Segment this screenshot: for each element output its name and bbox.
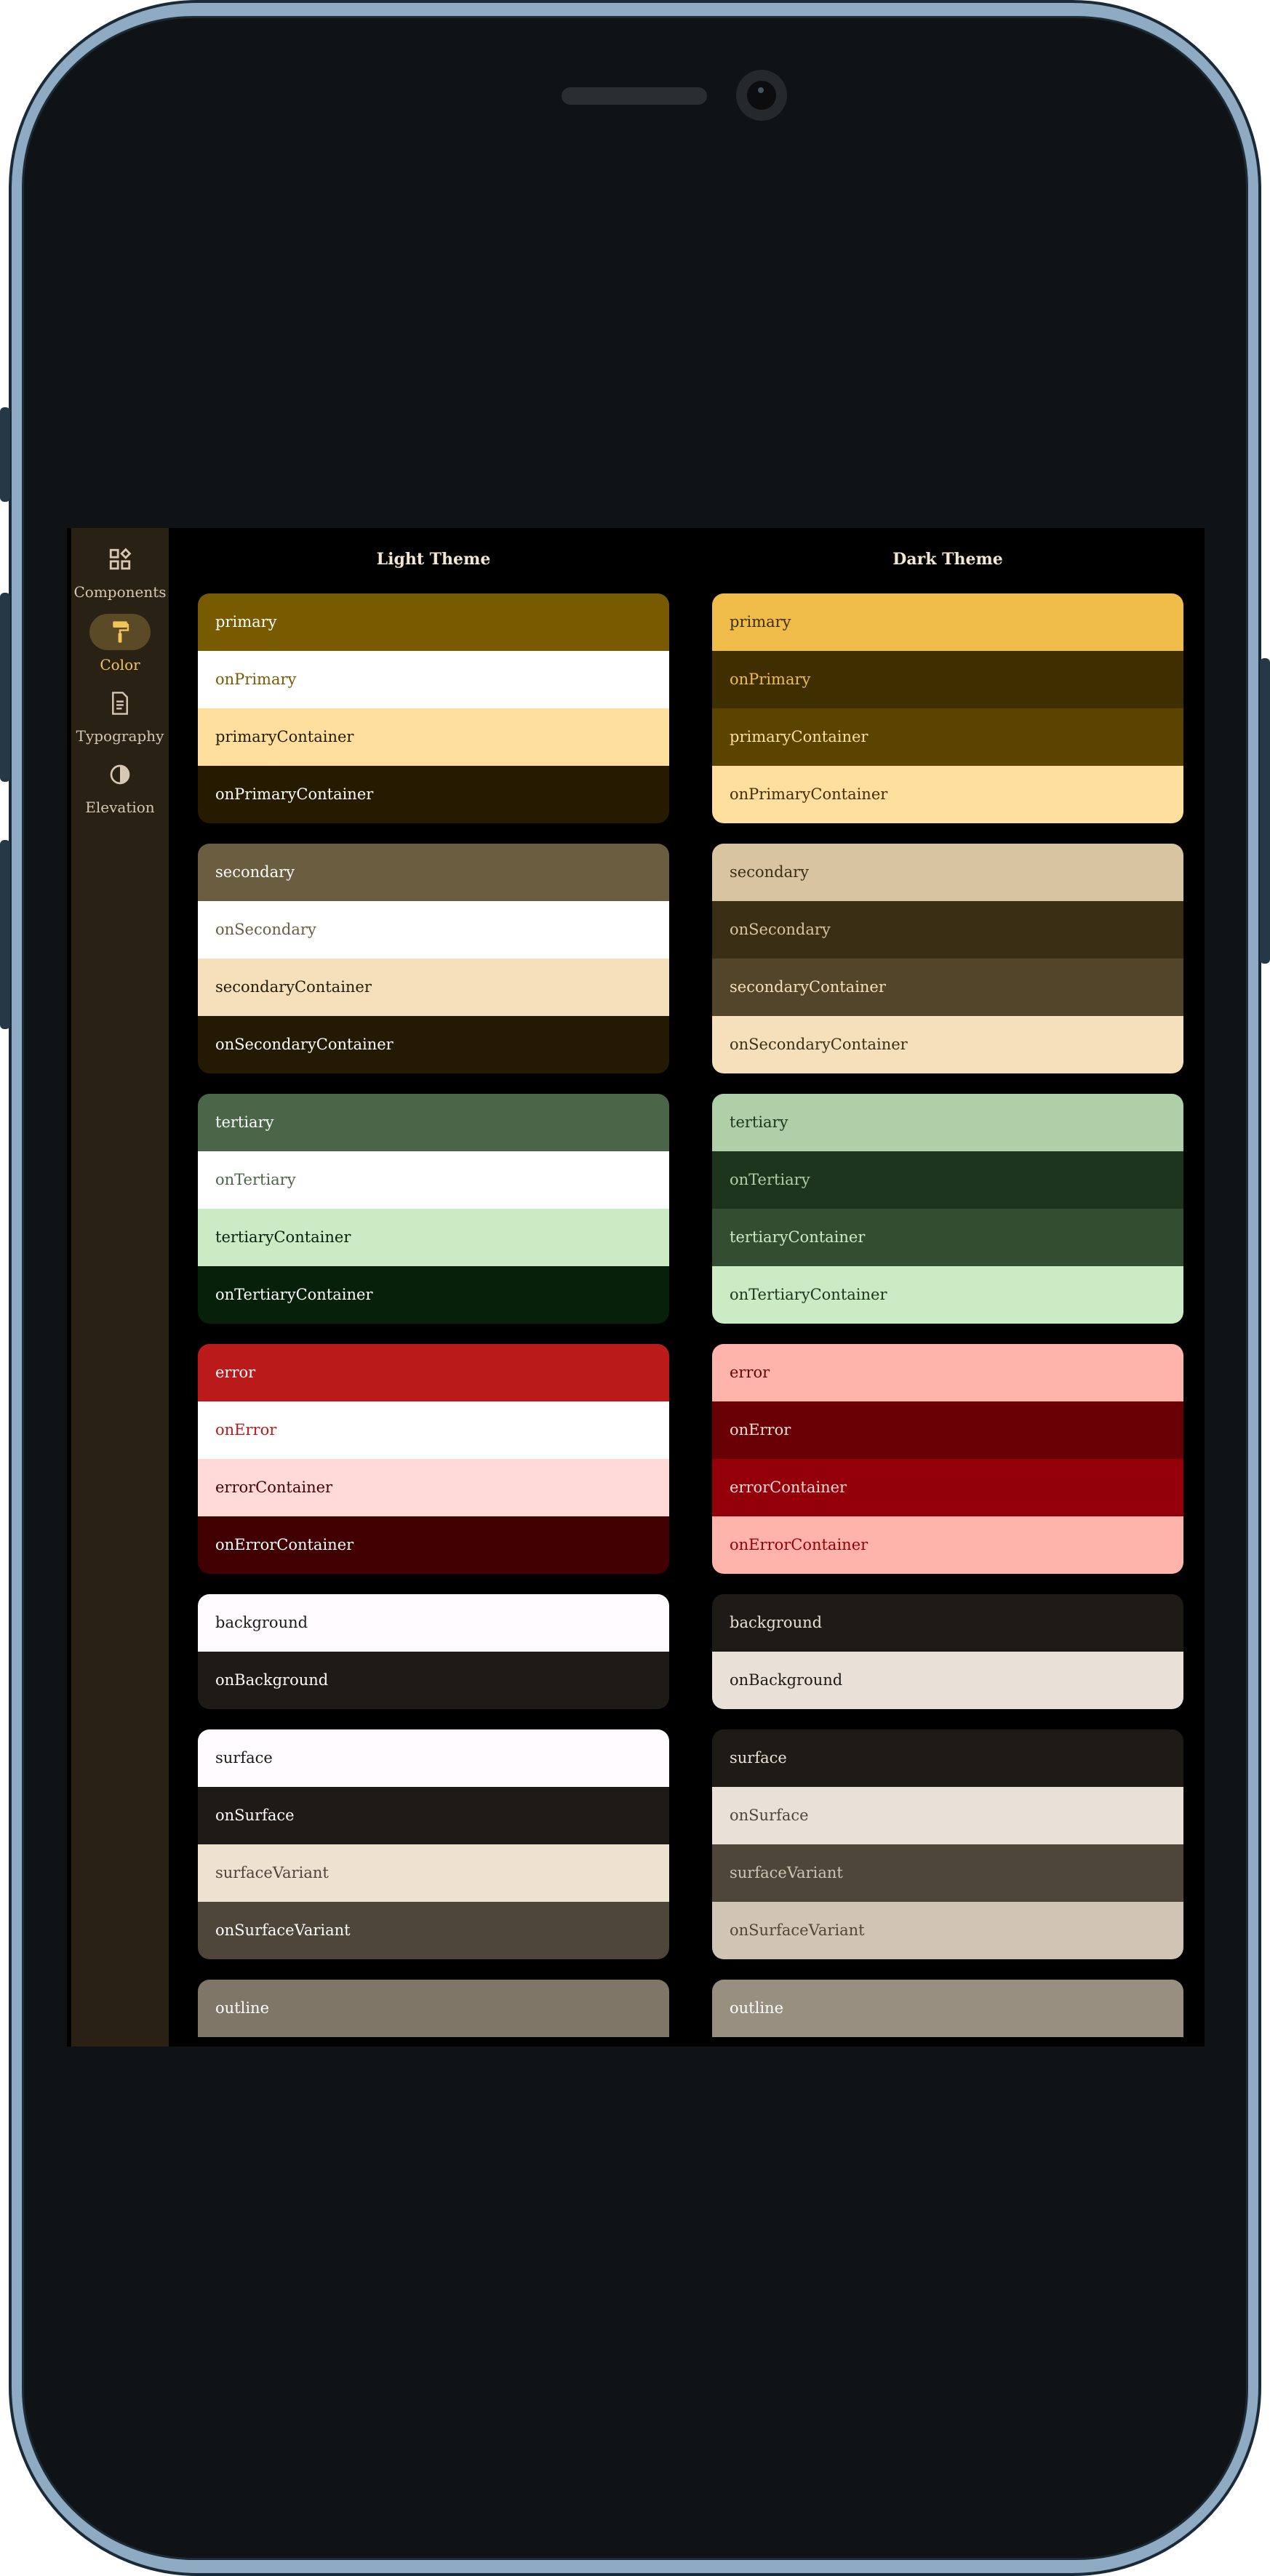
light-tile-error: error <box>198 1344 669 1401</box>
nav-item-color[interactable]: Color <box>71 609 169 676</box>
light-tile-primary: primary <box>198 593 669 651</box>
paint-roller-icon <box>89 614 151 650</box>
light-theme-title: Light Theme <box>376 550 491 569</box>
contrast-icon <box>89 756 151 793</box>
app-window: Components Color Typography Elevation Li… <box>67 528 1205 2047</box>
light-tertiary-group: tertiary onTertiary tertiaryContainer on… <box>198 1094 669 1324</box>
dark-tile-on-tertiary-container: onTertiaryContainer <box>712 1266 1183 1324</box>
dark-tile-primary-container: primaryContainer <box>712 708 1183 766</box>
navigation-rail: Components Color Typography Elevation <box>71 528 169 2047</box>
nav-label-typography: Typography <box>76 727 164 745</box>
light-tile-outline: outline <box>198 1980 669 2037</box>
light-tile-on-error: onError <box>198 1401 669 1459</box>
light-tile-on-secondary-container: onSecondaryContainer <box>198 1016 669 1073</box>
dark-tile-on-secondary: onSecondary <box>712 901 1183 959</box>
dark-tile-on-tertiary: onTertiary <box>712 1151 1183 1209</box>
dark-tile-on-error-container: onErrorContainer <box>712 1516 1183 1574</box>
widgets-icon <box>89 541 151 577</box>
light-tile-error-container: errorContainer <box>198 1459 669 1516</box>
light-tile-tertiary-container: tertiaryContainer <box>198 1209 669 1266</box>
dark-tile-surface-variant: surfaceVariant <box>712 1844 1183 1902</box>
light-tile-on-error-container: onErrorContainer <box>198 1516 669 1574</box>
dark-tile-on-error: onError <box>712 1401 1183 1459</box>
dark-outline-group: outline <box>712 1980 1183 2037</box>
light-background-group: background onBackground <box>198 1594 669 1709</box>
nav-item-components[interactable]: Components <box>71 541 169 608</box>
light-surface-group: surface onSurface surfaceVariant onSurfa… <box>198 1729 669 1959</box>
side-button-right <box>1260 658 1270 964</box>
light-tile-on-surface-variant: onSurfaceVariant <box>198 1902 669 1959</box>
nav-item-elevation[interactable]: Elevation <box>71 752 169 819</box>
dark-tile-background: background <box>712 1594 1183 1652</box>
dark-background-group: background onBackground <box>712 1594 1183 1709</box>
light-error-group: error onError errorContainer onErrorCont… <box>198 1344 669 1574</box>
dark-tile-secondary: secondary <box>712 844 1183 901</box>
camera-icon <box>736 70 787 121</box>
light-tile-surface-variant: surfaceVariant <box>198 1844 669 1902</box>
light-tile-tertiary: tertiary <box>198 1094 669 1151</box>
light-tile-secondary-container: secondaryContainer <box>198 959 669 1016</box>
light-tile-on-tertiary-container: onTertiaryContainer <box>198 1266 669 1324</box>
side-button-left-mid <box>0 593 10 782</box>
dark-theme-title: Dark Theme <box>892 550 1003 569</box>
light-tile-on-primary-container: onPrimaryContainer <box>198 766 669 823</box>
dark-tile-error: error <box>712 1344 1183 1401</box>
nav-item-typography[interactable]: Typography <box>71 681 169 748</box>
side-button-left-top <box>0 407 10 502</box>
light-tile-on-secondary: onSecondary <box>198 901 669 959</box>
dark-tile-on-primary: onPrimary <box>712 651 1183 708</box>
light-secondary-group: secondary onSecondary secondaryContainer… <box>198 844 669 1073</box>
dark-tile-tertiary: tertiary <box>712 1094 1183 1151</box>
light-tile-on-tertiary: onTertiary <box>198 1151 669 1209</box>
nav-label-components: Components <box>73 583 167 601</box>
dark-tile-on-surface: onSurface <box>712 1787 1183 1844</box>
light-tile-background: background <box>198 1594 669 1652</box>
light-outline-group: outline <box>198 1980 669 2037</box>
speaker-grille <box>562 87 707 105</box>
dark-tile-error-container: errorContainer <box>712 1459 1183 1516</box>
dark-error-group: error onError errorContainer onErrorCont… <box>712 1344 1183 1574</box>
light-tile-on-surface: onSurface <box>198 1787 669 1844</box>
dark-tile-outline: outline <box>712 1980 1183 2037</box>
dark-tile-on-background: onBackground <box>712 1652 1183 1709</box>
dark-primary-group: primary onPrimary primaryContainer onPri… <box>712 593 1183 823</box>
document-text-icon <box>89 685 151 721</box>
side-button-left-bottom <box>0 840 10 1029</box>
dark-tile-surface: surface <box>712 1729 1183 1787</box>
dark-tile-tertiary-container: tertiaryContainer <box>712 1209 1183 1266</box>
dark-surface-group: surface onSurface surfaceVariant onSurfa… <box>712 1729 1183 1959</box>
dark-tile-on-secondary-container: onSecondaryContainer <box>712 1016 1183 1073</box>
dark-tile-on-primary-container: onPrimaryContainer <box>712 766 1183 823</box>
light-tile-secondary: secondary <box>198 844 669 901</box>
light-tile-surface: surface <box>198 1729 669 1787</box>
nav-label-color: Color <box>100 656 140 673</box>
light-tile-on-primary: onPrimary <box>198 651 669 708</box>
camera-lens-dot <box>758 87 764 93</box>
dark-tile-primary: primary <box>712 593 1183 651</box>
light-tile-primary-container: primaryContainer <box>198 708 669 766</box>
light-tile-on-background: onBackground <box>198 1652 669 1709</box>
dark-tertiary-group: tertiary onTertiary tertiaryContainer on… <box>712 1094 1183 1324</box>
nav-label-elevation: Elevation <box>85 799 155 816</box>
dark-tile-secondary-container: secondaryContainer <box>712 959 1183 1016</box>
dark-tile-on-surface-variant: onSurfaceVariant <box>712 1902 1183 1959</box>
dark-secondary-group: secondary onSecondary secondaryContainer… <box>712 844 1183 1073</box>
light-primary-group: primary onPrimary primaryContainer onPri… <box>198 593 669 823</box>
